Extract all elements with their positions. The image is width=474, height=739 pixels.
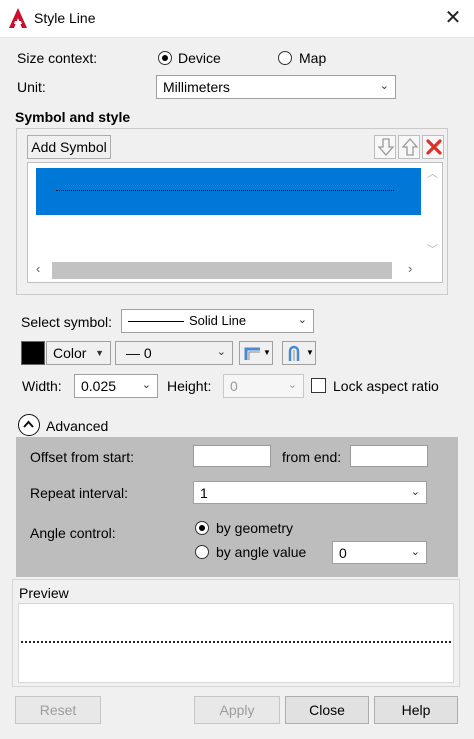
lock-aspect-checkbox[interactable] [311,378,326,393]
window-title: Style Line [34,10,96,26]
from-end-label: from end: [282,449,342,465]
size-context-device-label: Device [178,50,221,66]
solid-line-sample [128,321,184,322]
arrow-up-icon [402,138,418,156]
help-button[interactable]: Help [374,696,458,724]
size-context-map-label: Map [299,50,327,66]
scroll-left-icon[interactable]: ‹ [36,261,40,276]
reset-button[interactable]: Reset [15,696,101,724]
title-bar: Style Line ✕ [0,0,474,38]
advanced-label: Advanced [46,418,109,434]
preview-box [18,603,454,683]
color-label: Color [53,345,87,361]
preview-line [21,641,451,643]
chevron-down-icon: ⌄ [410,486,420,498]
arrow-down-icon [378,138,394,156]
advanced-toggle-button[interactable] [18,414,40,436]
close-icon: ✕ [444,7,462,29]
add-symbol-button[interactable]: Add Symbol [27,135,111,159]
select-symbol-dropdown[interactable]: Solid Line ⌄ [121,309,314,333]
repeat-interval-label: Repeat interval: [30,485,129,501]
symbol-style-heading: Symbol and style [15,109,131,125]
chevron-down-icon: ⌄ [410,546,420,558]
close-button[interactable]: Close [285,696,369,724]
color-swatch[interactable] [21,341,45,365]
height-label: Height: [167,378,212,394]
angle-value: 0 [339,545,347,561]
by-geometry-label: by geometry [216,520,294,536]
chevron-down-icon: ⌄ [141,379,151,391]
lineweight-value: — 0 [126,345,152,361]
autocad-logo-icon [9,8,27,28]
line-cap-icon [288,345,300,361]
vertical-scrollbar[interactable]: ︿ ﹀ [424,165,440,260]
lock-aspect-label: Lock aspect ratio [333,378,439,394]
line-join-icon [244,347,260,360]
from-end-input[interactable] [350,445,428,467]
scroll-down-icon[interactable]: ﹀ [427,241,438,257]
chevron-down-icon: ⌄ [297,314,307,326]
line-cap-dropdown[interactable]: ▼ [282,341,316,365]
move-down-button[interactable] [374,135,396,159]
select-symbol-value: Solid Line [189,313,247,328]
angle-value-combo[interactable]: 0 ⌄ [332,541,427,564]
advanced-panel: Offset from start: from end: Repeat inte… [16,437,458,577]
lineweight-dropdown[interactable]: — 0 ⌄ [115,341,233,365]
width-combo[interactable]: 0.025 ⌄ [74,374,158,398]
width-value: 0.025 [81,378,117,394]
repeat-interval-value: 1 [200,485,208,501]
select-symbol-label: Select symbol: [21,314,113,330]
scroll-right-icon[interactable]: › [408,261,412,276]
unit-dropdown[interactable]: Millimeters ⌄ [156,75,396,99]
chevron-down-icon: ⌄ [216,346,226,358]
line-join-dropdown[interactable]: ▼ [239,341,273,365]
chevron-up-icon [23,420,34,428]
size-context-label: Size context: [17,50,98,66]
height-combo[interactable]: 0 ⌄ [223,374,304,398]
delete-symbol-button[interactable] [422,135,444,159]
horizontal-scroll-thumb[interactable] [52,262,392,279]
color-dropdown[interactable]: Color ▼ [46,341,111,365]
angle-control-label: Angle control: [30,525,116,541]
dropdown-triangle-icon: ▼ [263,348,271,357]
symbol-list[interactable]: ︿ ﹀ ‹ › [27,162,443,283]
by-angle-value-radio[interactable] [195,545,209,559]
symbol-line-sample [56,190,394,191]
repeat-interval-combo[interactable]: 1 ⌄ [193,481,427,504]
apply-button[interactable]: Apply [194,696,280,724]
unit-label: Unit: [17,79,46,95]
delete-x-icon [426,139,442,155]
close-window-button[interactable]: ✕ [438,4,468,32]
offset-from-start-label: Offset from start: [30,449,134,465]
preview-label: Preview [19,585,69,601]
horizontal-scrollbar[interactable]: ‹ › [30,260,424,280]
dropdown-triangle-icon: ▼ [306,348,314,357]
offset-from-start-input[interactable] [193,445,271,467]
width-label: Width: [22,378,62,394]
by-angle-value-label: by angle value [216,544,307,560]
chevron-down-icon: ⌄ [287,379,297,391]
height-value: 0 [230,378,238,394]
scroll-up-icon[interactable]: ︿ [427,165,438,181]
symbol-list-row-selected[interactable] [36,168,421,215]
unit-value: Millimeters [163,79,230,95]
chevron-down-icon: ⌄ [379,80,389,92]
dropdown-triangle-icon: ▼ [95,348,104,358]
size-context-device-radio[interactable] [158,51,172,65]
size-context-map-radio[interactable] [278,51,292,65]
by-geometry-radio[interactable] [195,521,209,535]
move-up-button[interactable] [398,135,420,159]
